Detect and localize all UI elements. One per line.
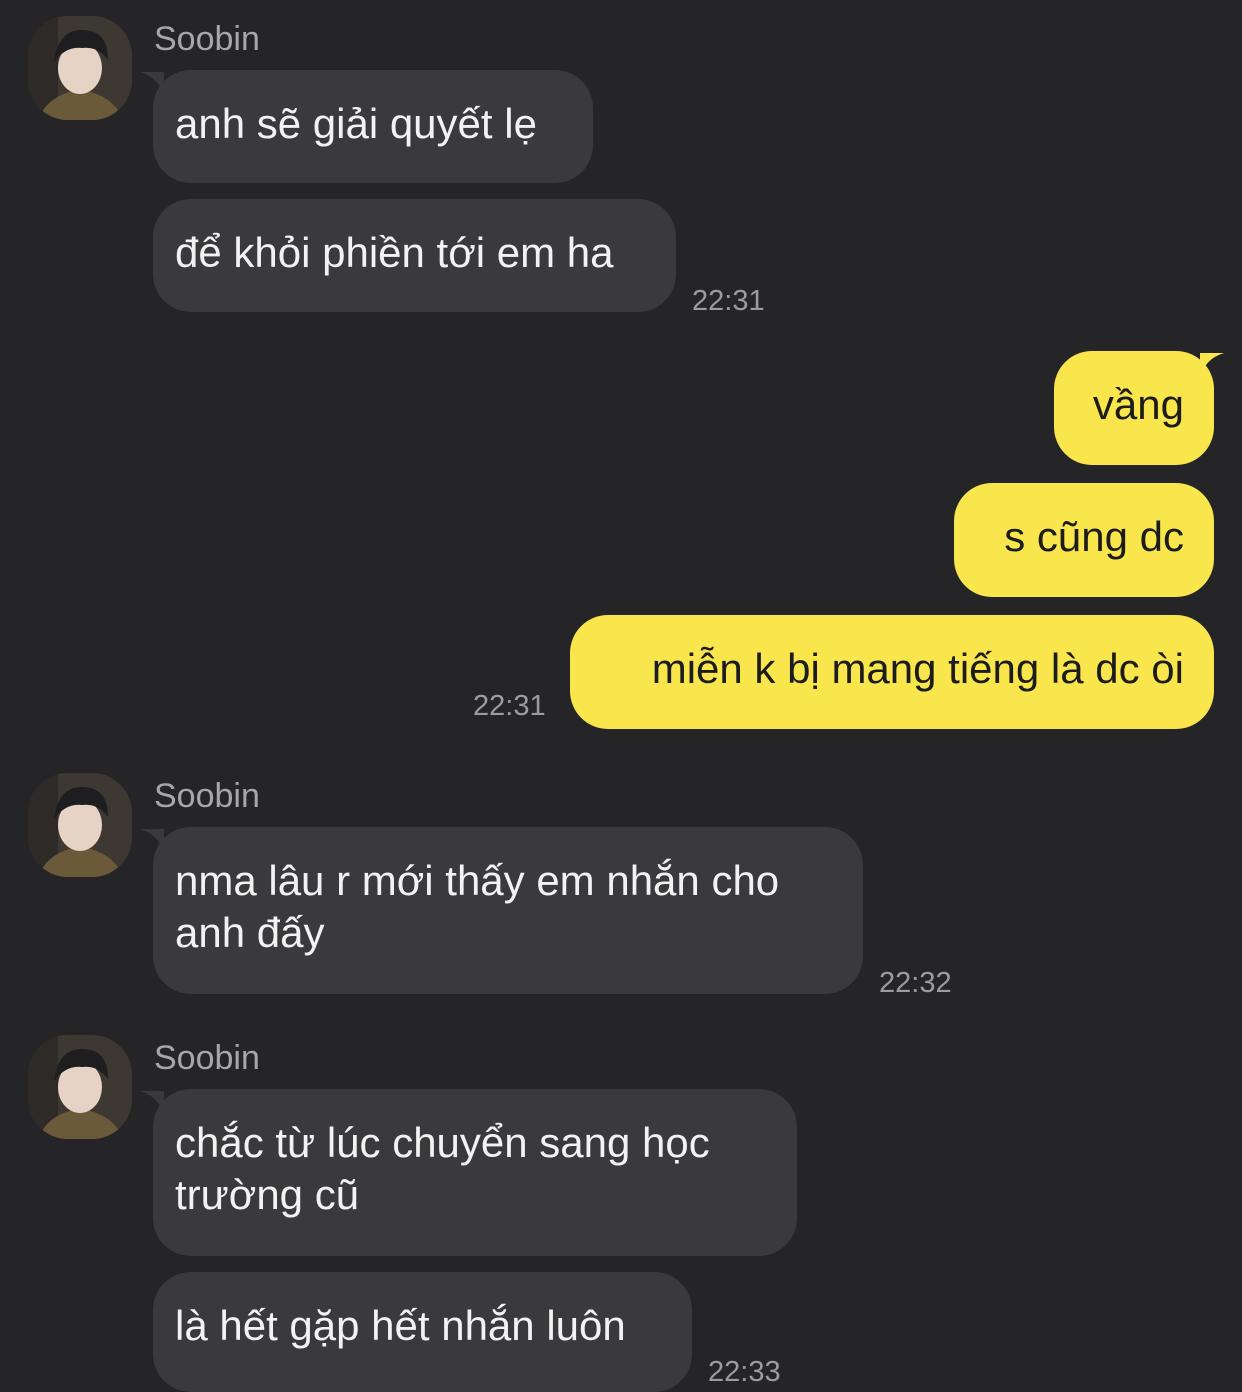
message-bubble-incoming[interactable]: nma lâu r mới thấy em nhắn cho anh đấy <box>153 827 863 994</box>
message-timestamp: 22:33 <box>708 1356 781 1388</box>
message-text: chắc từ lúc chuyển sang học trường cũ <box>175 1119 710 1218</box>
message-bubble-incoming[interactable]: là hết gặp hết nhắn luôn <box>153 1272 692 1392</box>
message-text: anh sẽ giải quyết lẹ <box>175 100 537 147</box>
message-text: để khỏi phiền tới em ha <box>175 229 614 276</box>
message-text: s cũng dc <box>1004 513 1184 560</box>
message-text: miễn k bị mang tiếng là dc òi <box>651 645 1184 692</box>
message-bubble-incoming[interactable]: để khỏi phiền tới em ha <box>153 199 676 312</box>
message-timestamp: 22:31 <box>692 285 765 317</box>
avatar[interactable] <box>28 773 132 877</box>
avatar[interactable] <box>28 1035 132 1139</box>
sender-name: Soobin <box>154 20 260 58</box>
message-text: nma lâu r mới thấy em nhắn cho anh đấy <box>175 857 780 956</box>
message-bubble-outgoing[interactable]: s cũng dc <box>954 483 1214 597</box>
message-bubble-incoming[interactable]: chắc từ lúc chuyển sang học trường cũ <box>153 1089 797 1256</box>
avatar[interactable] <box>28 16 132 120</box>
sender-name: Soobin <box>154 777 260 815</box>
message-text: là hết gặp hết nhắn luôn <box>175 1302 626 1349</box>
sender-name: Soobin <box>154 1039 260 1077</box>
chat-thread[interactable]: Soobin anh sẽ giải quyết lẹ để khỏi phiề… <box>0 0 1242 1392</box>
message-timestamp: 22:31 <box>473 690 546 722</box>
message-bubble-incoming[interactable]: anh sẽ giải quyết lẹ <box>153 70 593 183</box>
message-bubble-outgoing[interactable]: vầng <box>1054 351 1214 465</box>
message-bubble-outgoing[interactable]: miễn k bị mang tiếng là dc òi <box>570 615 1214 729</box>
message-text: vầng <box>1092 381 1184 428</box>
message-timestamp: 22:32 <box>879 967 952 999</box>
